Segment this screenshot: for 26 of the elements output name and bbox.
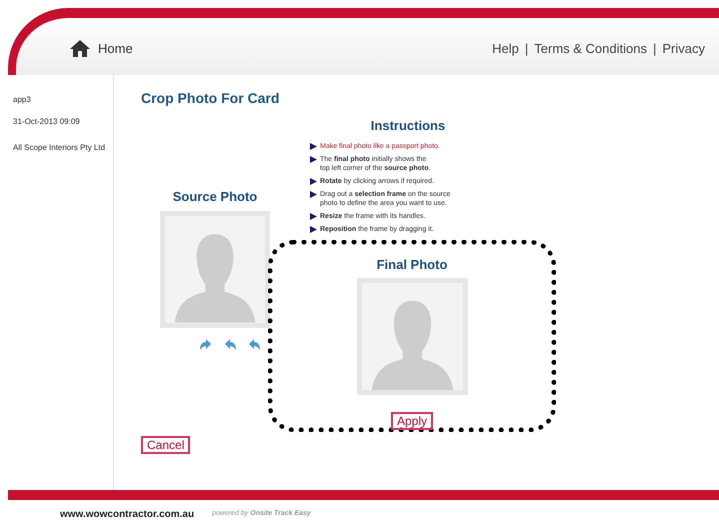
bullet-icon [310, 156, 317, 162]
cancel-button[interactable]: Cancel [141, 436, 190, 454]
bullet-icon [310, 190, 317, 198]
section-title: Final Photo [376, 256, 448, 274]
date-time: 31-Oct-2013 09:09 [13, 116, 81, 128]
instructions-title: Instructions [370, 117, 446, 135]
bullet-icon [310, 212, 317, 220]
page-title: Crop Photo For Card [141, 89, 280, 108]
header-link[interactable]: Privacy [662, 38, 705, 58]
link-separator: | [524, 40, 528, 58]
company-name: All Scope Interiors Pty Ltd [13, 142, 106, 154]
rotate-arrow-icon[interactable] [247, 338, 261, 352]
apply-button[interactable]: Apply [390, 412, 434, 430]
home-icon [70, 40, 90, 57]
site-url: www.wowcontractor.com.au [60, 508, 194, 522]
rotate-arrow-icon[interactable] [199, 338, 213, 352]
bullet-icon [310, 226, 317, 232]
link-separator: | [652, 40, 656, 58]
user-name: app3 [13, 94, 32, 106]
header-link[interactable]: Help [492, 38, 519, 58]
rotate-arrow-icon[interactable] [223, 338, 237, 352]
section-title: Source Photo [172, 188, 258, 206]
bullet-icon [310, 142, 317, 150]
header-link[interactable]: Terms & Conditions [534, 38, 647, 58]
home-link[interactable]: Home [70, 38, 133, 58]
bullet-icon [310, 178, 317, 184]
